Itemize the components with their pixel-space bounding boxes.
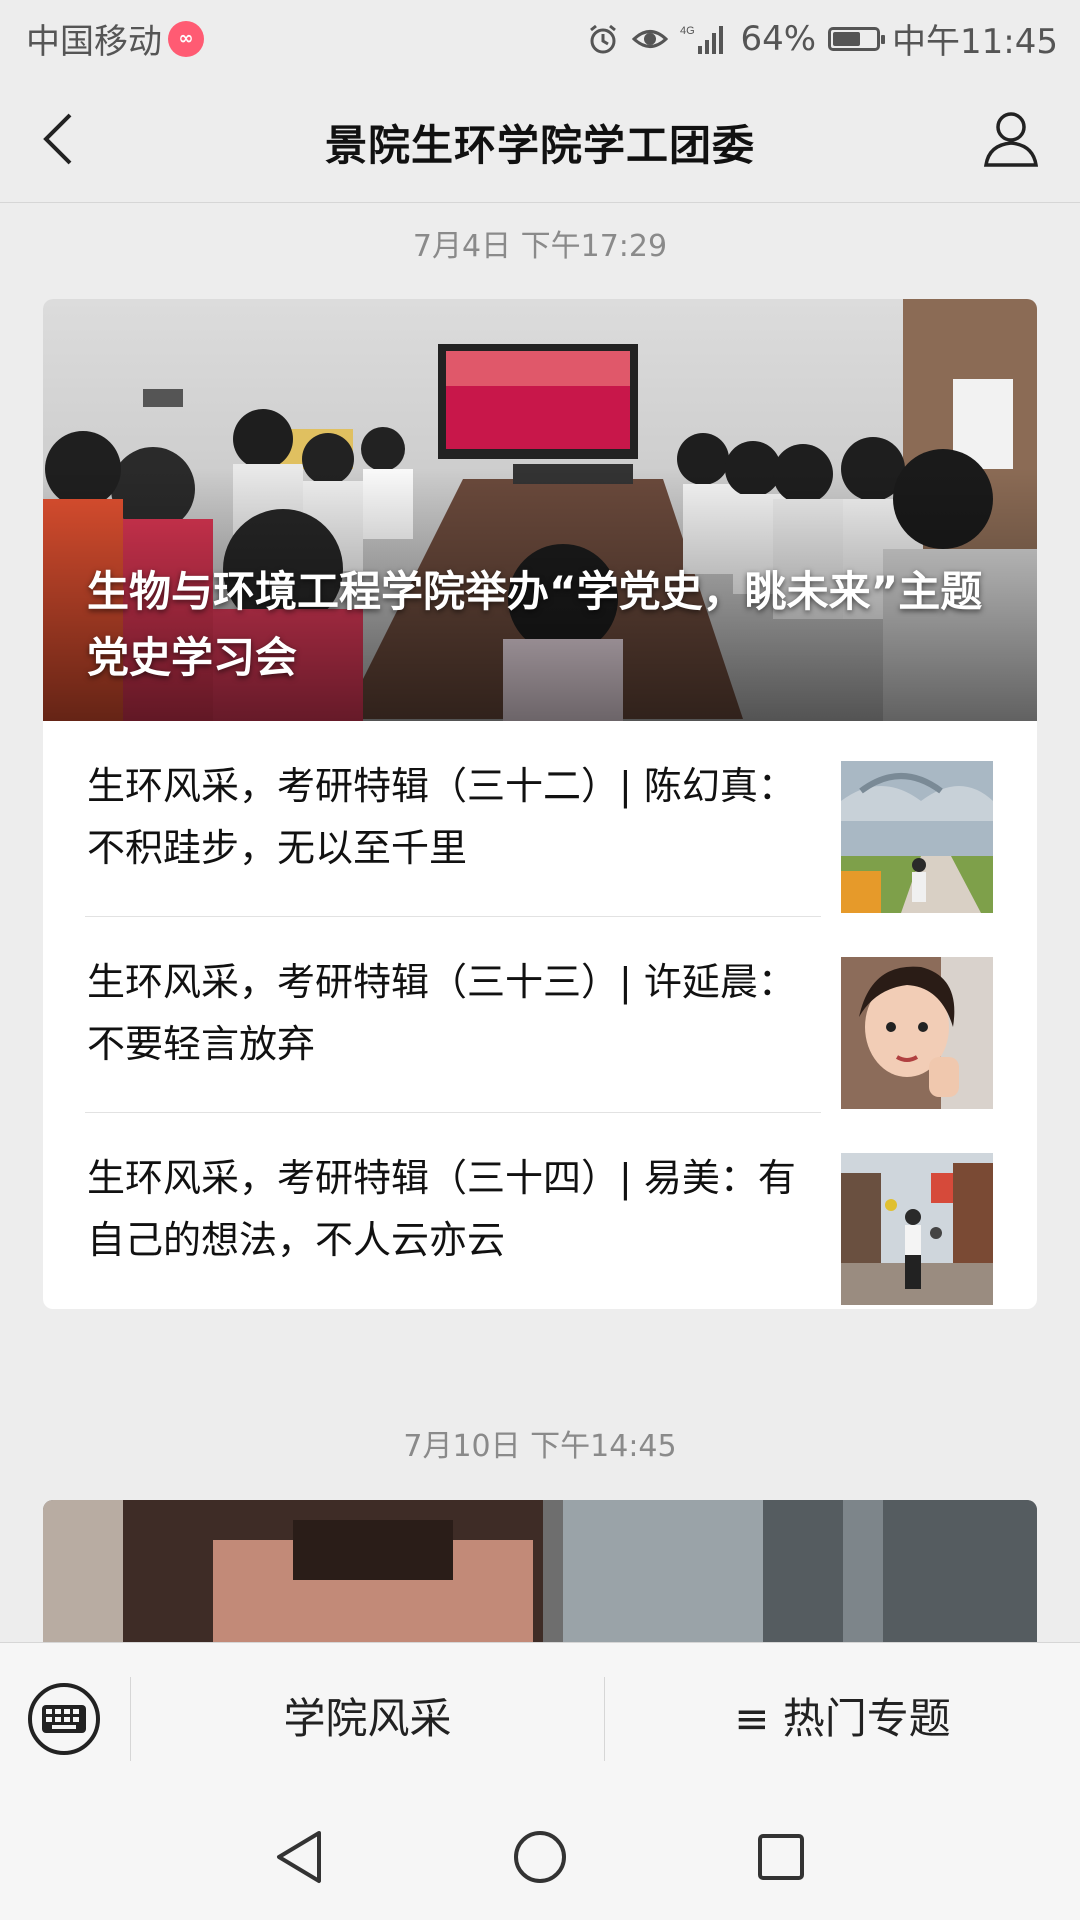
status-bar-right: 4G 64% 中午11:45 <box>586 14 1058 63</box>
list-item[interactable]: 生环风采，考研特辑（三十二）| 陈幻真：不积跬步，无以至千里 <box>43 721 1037 917</box>
battery-icon <box>828 26 886 51</box>
list-item-thumbnail <box>841 1153 993 1305</box>
carrier-badge-icon: ∞ <box>168 20 204 57</box>
menu-item-hot-topics[interactable]: ≡ 热门专题 <box>605 1683 1080 1755</box>
cover-title: 生物与环境工程学院举办“学党史，眺未来”主题党史学习会 <box>87 567 983 682</box>
status-bar-left: 中国移动 ∞ <box>26 14 204 63</box>
status-bar: 中国移动 ∞ 4G 64% 中午11:45 <box>0 0 1080 76</box>
list-item-title: 生环风采，考研特辑（三十三）| 许延晨：不要轻言放弃 <box>87 960 796 1066</box>
list-item-thumbnail <box>841 761 993 913</box>
circle-home-icon <box>514 1831 566 1883</box>
list-item-title: 生环风采，考研特辑（三十四）| 易美：有自己的想法，不人云亦云 <box>87 1156 796 1262</box>
message-feed[interactable]: 7月4日 下午17:29 生物与环境工程学院举办“学党史，眺未来”主题党史学习会… <box>0 203 1080 1643</box>
keyboard-icon <box>28 1683 100 1755</box>
list-item[interactable]: 生环风采，考研特辑（三十四）| 易美：有自己的想法，不人云亦云 <box>43 1113 1037 1309</box>
cover-article[interactable]: 生物与环境工程学院举办“学党史，眺未来”主题党史学习会 <box>43 299 1037 721</box>
page-title: 景院生环学院学工团委 <box>324 121 755 170</box>
date-separator: 7月4日 下午17:29 <box>412 229 668 264</box>
square-recents-icon <box>758 1834 804 1880</box>
date-separator: 7月10日 下午14:45 <box>403 1429 677 1464</box>
app-header: 景院生环学院学工团委 <box>0 76 1080 203</box>
article-card: 生物与环境工程学院举办“学党史，眺未来”主题党史学习会 生环风采，考研特辑（三十… <box>43 299 1037 1309</box>
nav-recents-button[interactable] <box>748 1824 814 1890</box>
list-item-title: 生环风采，考研特辑（三十二）| 陈幻真：不积跬步，无以至千里 <box>87 764 796 870</box>
clock: 中午11:45 <box>892 22 1058 62</box>
triangle-back-icon <box>277 1831 321 1883</box>
bottom-menu: 学院风采 ≡ 热门专题 <box>0 1642 1080 1795</box>
profile-button[interactable] <box>978 106 1044 172</box>
carrier-name: 中国移动 <box>26 22 162 62</box>
list-item[interactable]: 生环风采，考研特辑（三十三）| 许延晨：不要轻言放弃 <box>43 917 1037 1113</box>
signal-icon: 4G <box>680 22 728 56</box>
article-card[interactable] <box>43 1500 1037 1643</box>
menu-item-college-style[interactable]: 学院风采 <box>131 1683 604 1755</box>
alarm-icon <box>586 22 620 56</box>
cover-image <box>43 1500 1037 1643</box>
nav-back-button[interactable] <box>266 1824 332 1890</box>
svg-text:4G: 4G <box>680 25 695 37</box>
battery-percent: 64% <box>740 18 817 59</box>
battery-fill <box>833 31 861 46</box>
person-icon <box>983 112 1039 167</box>
system-nav-bar <box>0 1794 1080 1920</box>
keyboard-toggle-button[interactable] <box>26 1681 102 1757</box>
eye-icon <box>632 24 669 54</box>
list-item-thumbnail <box>841 957 993 1109</box>
nav-home-button[interactable] <box>507 1824 573 1890</box>
